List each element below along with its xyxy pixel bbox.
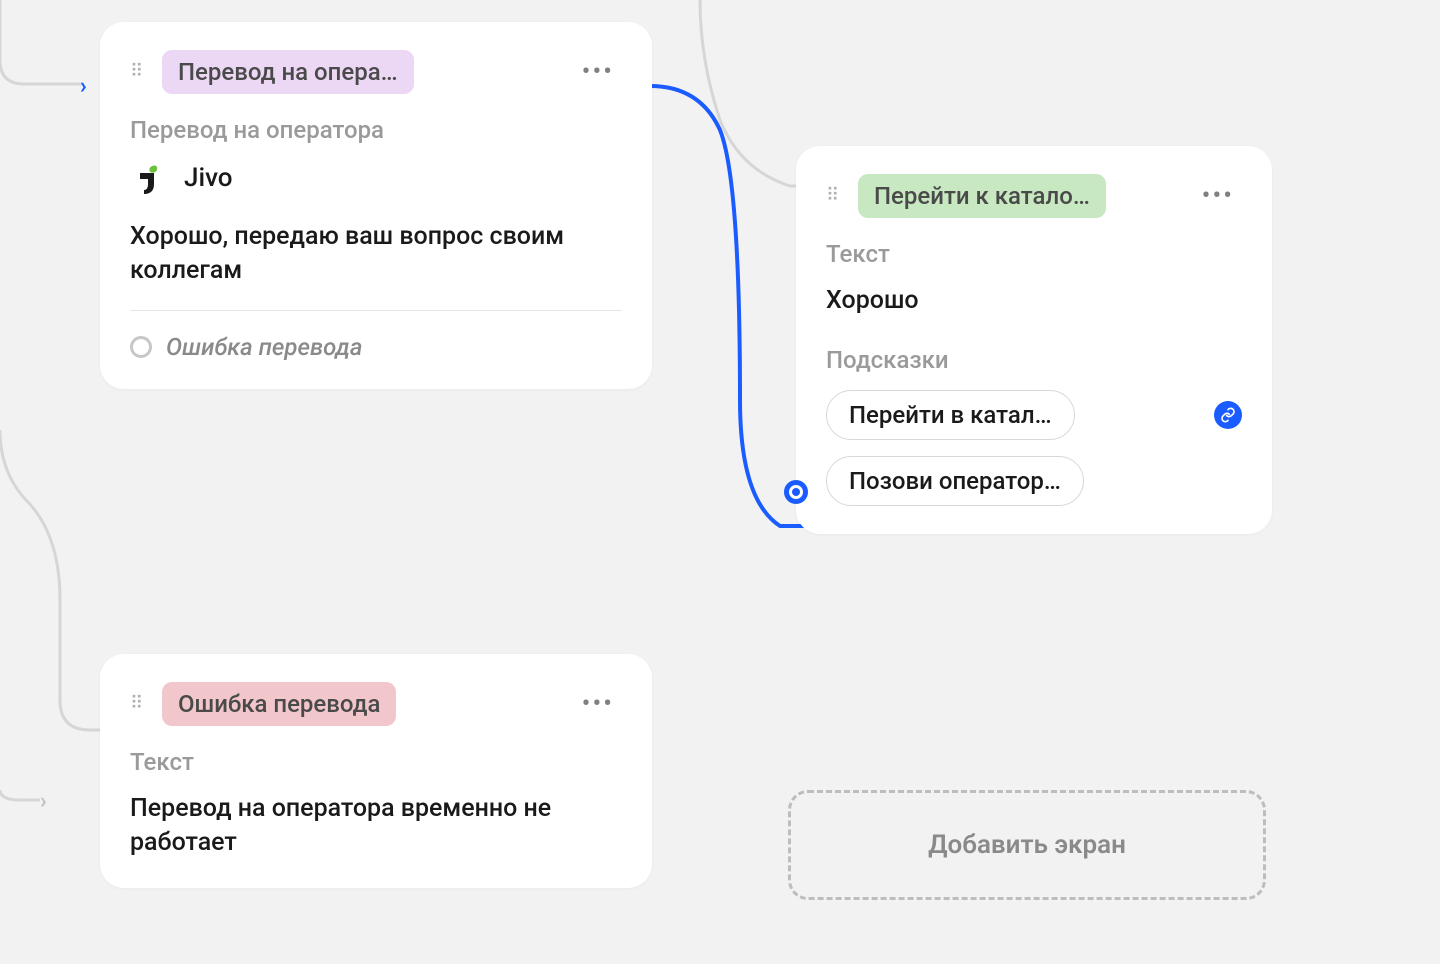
integration-name: Jivo xyxy=(184,163,233,193)
card-header: ⠿ Перейти к катало… ••• xyxy=(826,174,1242,218)
input-port-active[interactable] xyxy=(784,480,808,504)
entry-chevron-gray-icon: › xyxy=(40,789,47,814)
flow-canvas[interactable]: › › ⠿ Перевод на опера… ••• Перевод на о… xyxy=(0,0,1440,964)
drag-handle-icon[interactable]: ⠿ xyxy=(826,187,844,205)
node-transfer-error[interactable]: ⠿ Ошибка перевода ••• Текст Перевод на о… xyxy=(100,654,652,888)
integration-row: Jivo xyxy=(130,160,622,196)
section-label-transfer: Перевод на оператора xyxy=(130,116,622,144)
more-menu-icon[interactable]: ••• xyxy=(1194,177,1242,215)
link-icon[interactable] xyxy=(1214,401,1242,429)
error-branch-row[interactable]: Ошибка перевода xyxy=(130,333,622,361)
node-go-catalog[interactable]: ⠿ Перейти к катало… ••• Текст Хорошо Под… xyxy=(796,146,1272,534)
jivo-icon xyxy=(130,160,166,196)
section-label-hints: Подсказки xyxy=(826,346,1242,374)
more-menu-icon[interactable]: ••• xyxy=(574,53,622,91)
drag-handle-icon[interactable]: ⠿ xyxy=(130,63,148,81)
hint-row-2: Позови оператор… xyxy=(826,456,1242,506)
error-branch-label: Ошибка перевода xyxy=(166,333,362,361)
node-tag[interactable]: Перейти к катало… xyxy=(858,174,1106,218)
entry-chevron-icon: › xyxy=(80,74,87,99)
more-menu-icon[interactable]: ••• xyxy=(574,685,622,723)
hint-chip-catalog[interactable]: Перейти в катал… xyxy=(826,390,1075,440)
card-header: ⠿ Ошибка перевода ••• xyxy=(130,682,622,726)
hint-row-1: Перейти в катал… xyxy=(826,390,1242,440)
node-transfer-operator[interactable]: ⠿ Перевод на опера… ••• Перевод на опера… xyxy=(100,22,652,389)
node-tag[interactable]: Перевод на опера… xyxy=(162,50,414,94)
card-header: ⠿ Перевод на опера… ••• xyxy=(130,50,622,94)
add-screen-label: Добавить экран xyxy=(928,830,1126,860)
hint-chip-operator[interactable]: Позови оператор… xyxy=(826,456,1084,506)
catalog-body-text: Хорошо xyxy=(826,284,1242,318)
section-label-text: Текст xyxy=(826,240,1242,268)
node-tag[interactable]: Ошибка перевода xyxy=(162,682,396,726)
divider xyxy=(130,310,622,311)
section-label-text: Текст xyxy=(130,748,622,776)
error-body-text: Перевод на оператора временно не работае… xyxy=(130,792,622,860)
transfer-body-text: Хорошо, передаю ваш вопрос своим коллега… xyxy=(130,220,622,288)
radio-outline-icon xyxy=(130,336,152,358)
add-screen-button[interactable]: Добавить экран xyxy=(788,790,1266,900)
drag-handle-icon[interactable]: ⠿ xyxy=(130,695,148,713)
